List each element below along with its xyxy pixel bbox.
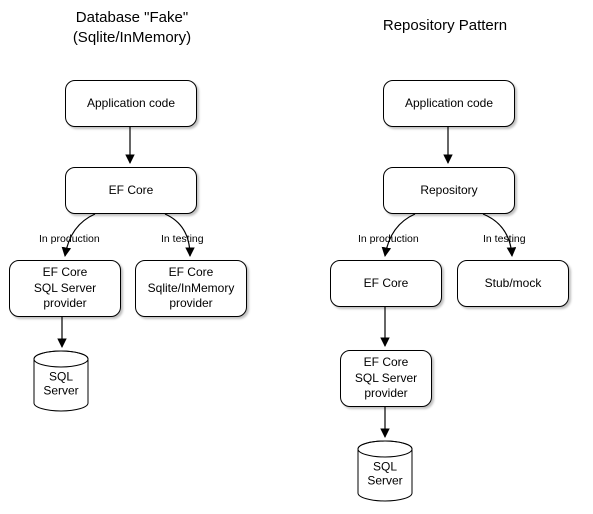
edge-label-right-prod: In production xyxy=(357,233,420,245)
diagram-arrows xyxy=(0,0,593,514)
node-right-efcore: EF Core xyxy=(330,260,442,307)
node-right-app: Application code xyxy=(383,80,515,127)
edge-label-right-test: In testing xyxy=(482,233,527,245)
node-right-db-label: SQL Server xyxy=(356,459,414,488)
node-right-repo: Repository xyxy=(383,167,515,214)
node-right-db-cylinder: SQL Server xyxy=(356,440,414,502)
node-left-test-provider: EF Core Sqlite/InMemory provider xyxy=(135,260,247,317)
node-right-provider: EF Core SQL Server provider xyxy=(340,350,432,407)
edge-label-left-test: In testing xyxy=(160,233,205,245)
node-left-app: Application code xyxy=(65,80,197,127)
node-left-prod-provider: EF Core SQL Server provider xyxy=(9,260,121,317)
node-left-db-cylinder: SQL Server xyxy=(32,350,90,412)
node-left-efcore: EF Core xyxy=(65,167,197,214)
node-right-stub: Stub/mock xyxy=(457,260,569,307)
diagram-title-left: Database "Fake" (Sqlite/InMemory) xyxy=(42,8,222,47)
diagram-title-right: Repository Pattern xyxy=(355,16,535,36)
node-left-db-label: SQL Server xyxy=(32,369,90,398)
edge-label-left-prod: In production xyxy=(38,233,101,245)
